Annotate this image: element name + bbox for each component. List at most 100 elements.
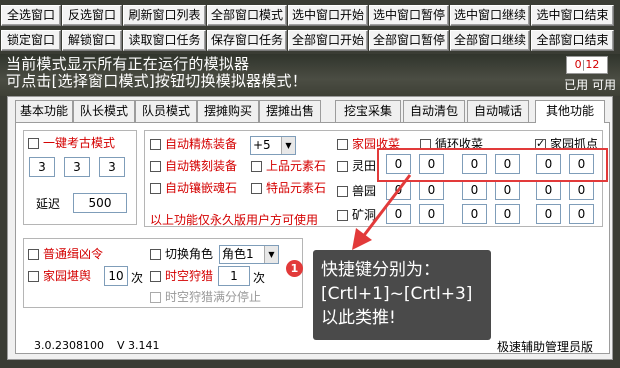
role-select[interactable]: 角色1 ▼ — [219, 245, 279, 264]
counter-used: 0 — [574, 58, 582, 71]
brand-label: 极速辅助管理员版 — [497, 340, 594, 354]
available-label: 可用 — [591, 78, 616, 92]
version-label: 3.0.2308100 — [34, 339, 104, 352]
tab-stall-sell[interactable]: 摆摊出售 — [259, 100, 321, 122]
all-window-mode-button[interactable]: 全部窗口模式 — [207, 5, 287, 26]
wanted-order-label: 普通缉凶令 — [43, 247, 104, 261]
special-element-checkbox[interactable]: 特品元素石 — [251, 181, 326, 195]
grid-cell[interactable]: 0 — [419, 204, 444, 224]
grid-cell[interactable]: 0 — [495, 180, 520, 200]
delay-field[interactable]: 500 — [73, 193, 127, 213]
time-hunt-count[interactable]: 1 — [218, 266, 250, 286]
times-label: 次 — [131, 271, 144, 285]
status-line-1: 当前模式显示所有正在运行的模拟器 — [6, 55, 250, 73]
grid-cell[interactable]: 0 — [536, 204, 561, 224]
checkbox-box[interactable] — [251, 183, 262, 194]
read-window-task-button[interactable]: 读取窗口任务 — [123, 30, 206, 51]
checkbox-box[interactable] — [150, 249, 161, 260]
tooltip-line-3: 以此类推! — [321, 308, 396, 328]
checkbox-box[interactable] — [251, 161, 262, 172]
checkbox-box[interactable] — [150, 271, 161, 282]
archaeology-field-1[interactable]: 3 — [29, 157, 55, 177]
top-element-checkbox[interactable]: 上品元素石 — [251, 159, 326, 173]
tab-other[interactable]: 其他功能 — [535, 100, 605, 123]
grid-cell[interactable]: 0 — [495, 204, 520, 224]
home-survey-label: 家园堪舆 — [43, 269, 92, 283]
checkbox-box[interactable] — [28, 271, 39, 282]
checkbox-box[interactable] — [28, 249, 39, 260]
tab-member[interactable]: 队员模式 — [135, 100, 197, 122]
counter-total: 12 — [585, 58, 600, 71]
home-survey-count[interactable]: 10 — [104, 266, 128, 286]
tab-treasure[interactable]: 挖宝采集 — [335, 100, 401, 122]
permanent-note: 以上功能仅永久版用户方可使用 — [150, 213, 319, 227]
auto-engrave-checkbox[interactable]: 自动镌刻装备 — [150, 159, 237, 173]
checkbox-box[interactable] — [150, 183, 161, 194]
checkbox-box[interactable] — [150, 292, 161, 303]
wanted-order-checkbox[interactable]: 普通缉凶令 — [28, 247, 103, 261]
role-value: 角色1 — [222, 247, 254, 261]
grid-cell[interactable]: 0 — [419, 180, 444, 200]
time-hunt-stop-checkbox[interactable]: 时空狩猎满分停止 — [150, 290, 261, 304]
tooltip-line-2: [Crtl+1]~[Crtl+3] — [321, 284, 473, 304]
auto-inlay-label: 自动镶嵌魂石 — [165, 181, 238, 195]
special-element-label: 特品元素石 — [266, 181, 327, 195]
refresh-window-list-button[interactable]: 刷新窗口列表 — [123, 5, 206, 26]
grid-cell[interactable]: 0 — [569, 180, 594, 200]
time-hunt-checkbox[interactable]: 时空狩猎 — [150, 269, 213, 283]
archaeology-checkbox[interactable]: 一键考古模式 — [28, 136, 115, 150]
checkbox-box[interactable] — [150, 139, 161, 150]
used-label: 已用 — [564, 78, 589, 92]
all-stop-button[interactable]: 全部窗口结束 — [531, 30, 614, 51]
time-hunt-stop-label: 时空狩猎满分停止 — [165, 290, 262, 304]
checkbox-box[interactable] — [28, 138, 39, 149]
selected-stop-button[interactable]: 选中窗口结束 — [531, 5, 614, 26]
archaeology-field-2[interactable]: 3 — [64, 157, 90, 177]
switch-role-checkbox[interactable]: 切换角色 — [150, 247, 213, 261]
save-window-task-button[interactable]: 保存窗口任务 — [207, 30, 287, 51]
delay-label: 延迟 — [36, 197, 61, 211]
auto-engrave-label: 自动镌刻装备 — [165, 159, 238, 173]
grid-cell[interactable]: 0 — [462, 204, 487, 224]
time-hunt-label: 时空狩猎 — [165, 269, 214, 283]
lock-window-button[interactable]: 锁定窗口 — [1, 30, 61, 51]
invert-select-button[interactable]: 反选窗口 — [62, 5, 122, 26]
grid-cell[interactable]: 0 — [462, 180, 487, 200]
window-counter: 0|12 — [566, 56, 608, 74]
auto-inlay-checkbox[interactable]: 自动镶嵌魂石 — [150, 181, 237, 195]
tab-auto-shout[interactable]: 自动喊话 — [467, 100, 529, 122]
selected-pause-button[interactable]: 选中窗口暂停 — [369, 5, 449, 26]
select-all-button[interactable]: 全选窗口 — [1, 5, 61, 26]
unlock-window-button[interactable]: 解锁窗口 — [62, 30, 122, 51]
chevron-down-icon[interactable]: ▼ — [264, 246, 278, 263]
tab-leader[interactable]: 队长模式 — [73, 100, 135, 122]
v-label: V 3.141 — [117, 339, 160, 352]
checkbox-box[interactable] — [337, 139, 348, 150]
status-line-2: 可点击[选择窗口模式]按钮切换模拟器模式！ — [6, 72, 307, 90]
time-times-label: 次 — [253, 271, 266, 285]
archaeology-field-3[interactable]: 3 — [99, 157, 125, 177]
top-element-label: 上品元素石 — [266, 159, 327, 173]
checkbox-box[interactable] — [150, 161, 161, 172]
all-start-button[interactable]: 全部窗口开始 — [288, 30, 368, 51]
auto-refine-checkbox[interactable]: 自动精炼装备 — [150, 137, 237, 151]
refine-level-value: +5 — [253, 138, 271, 152]
selected-start-button[interactable]: 选中窗口开始 — [288, 5, 368, 26]
tooltip-line-1: 快捷键分别为： — [321, 260, 440, 280]
status-area: 当前模式显示所有正在运行的模拟器 可点击[选择窗口模式]按钮切换模拟器模式！ — [0, 54, 620, 96]
selected-resume-button[interactable]: 选中窗口继续 — [450, 5, 530, 26]
archaeology-label: 一键考古模式 — [43, 136, 116, 150]
all-pause-button[interactable]: 全部窗口暂停 — [369, 30, 449, 51]
all-resume-button[interactable]: 全部窗口继续 — [450, 30, 530, 51]
auto-refine-label: 自动精炼装备 — [165, 137, 238, 151]
grid-cell[interactable]: 0 — [536, 180, 561, 200]
grid-cell[interactable]: 0 — [569, 204, 594, 224]
tab-basic[interactable]: 基本功能 — [15, 100, 73, 122]
refine-level-select[interactable]: +5 ▼ — [250, 136, 296, 155]
tab-auto-clean[interactable]: 自动清包 — [403, 100, 465, 122]
annotation-arrow-icon — [352, 174, 412, 250]
chevron-down-icon[interactable]: ▼ — [281, 137, 295, 154]
home-survey-checkbox[interactable]: 家园堪舆 — [28, 269, 91, 283]
step-badge: 1 — [286, 260, 303, 277]
tab-stall-buy[interactable]: 摆摊购买 — [197, 100, 259, 122]
